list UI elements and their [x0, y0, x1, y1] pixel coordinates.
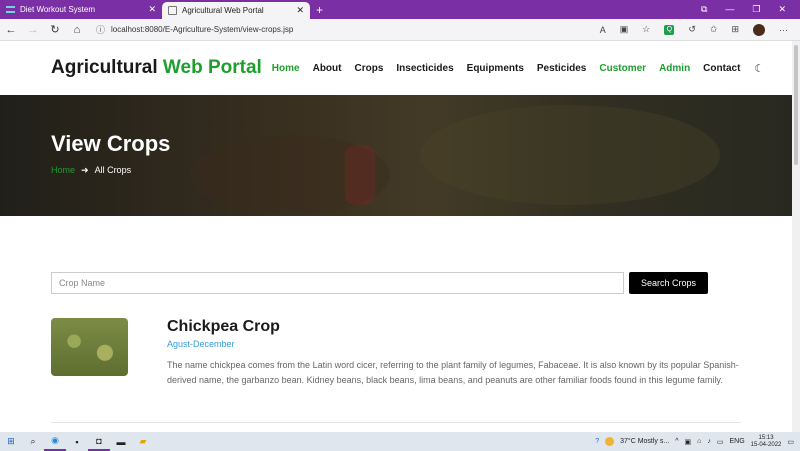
maximize-icon[interactable]: ❐ — [752, 4, 760, 15]
nav-crops[interactable]: Crops — [354, 63, 383, 74]
nav-about[interactable]: About — [313, 63, 342, 74]
close-icon[interactable]: ✕ — [296, 5, 304, 16]
browser-toolbar: A ▣ ☆ Q ↺ ✩ ⊞ ··· — [600, 23, 800, 36]
browser-tab-agri[interactable]: Agricultural Web Portal ✕ — [162, 2, 310, 19]
window-controls: ⧉ — ❐ ✕ — [701, 4, 800, 15]
nav-pesticides[interactable]: Pesticides — [537, 63, 586, 74]
language-indicator[interactable]: ENG — [730, 438, 745, 445]
info-icon[interactable]: ⓘ — [96, 23, 105, 36]
brand-text: Agricultural — [51, 57, 158, 78]
extension-icon[interactable]: Q — [664, 24, 675, 35]
brand-text-accent: Web Portal — [162, 57, 262, 78]
weather-text[interactable]: 37°C Mostly s... — [620, 438, 669, 445]
search-crops-button[interactable]: Search Crops — [629, 272, 708, 294]
nav-home[interactable]: Home — [272, 63, 300, 74]
refresh-extension-icon[interactable]: ↺ — [688, 24, 696, 35]
favorites-icon[interactable]: ✩ — [710, 24, 718, 35]
new-tab-button[interactable]: + — [310, 3, 329, 17]
battery-icon[interactable]: ▭ — [717, 438, 724, 446]
main-nav: Home About Crops Insecticides Equipments… — [272, 63, 741, 74]
more-icon[interactable]: ··· — [779, 25, 788, 35]
crop-title[interactable]: Chickpea Crop — [167, 318, 280, 336]
minimize-icon[interactable]: — — [725, 4, 734, 15]
close-icon[interactable]: ✕ — [148, 4, 156, 15]
breadcrumb-current: All Crops — [94, 165, 132, 175]
page-title: View Crops — [51, 131, 171, 156]
volume-icon[interactable]: ♪ — [707, 438, 711, 445]
back-icon[interactable]: ← — [0, 24, 22, 36]
search-icon[interactable]: ⌕ — [22, 432, 44, 451]
crop-search-input[interactable]: Crop Name — [51, 272, 624, 294]
file-explorer-icon[interactable]: ▰ — [132, 432, 154, 451]
nav-insecticides[interactable]: Insecticides — [396, 63, 453, 74]
divider — [51, 422, 741, 423]
clock[interactable]: 15:13 15-04-2022 — [751, 435, 782, 449]
app-icon[interactable]: ◘ — [88, 432, 110, 451]
favorite-star-icon[interactable]: ☆ — [642, 24, 650, 35]
windows-start-icon[interactable]: ⊞ — [0, 432, 22, 451]
crop-image — [51, 318, 128, 376]
scrollbar-thumb[interactable] — [794, 45, 798, 165]
site-logo[interactable]: Agricultural Web Portal — [51, 57, 262, 79]
read-aloud-icon[interactable]: A — [600, 25, 606, 35]
network-icon[interactable]: ⌂ — [697, 438, 701, 445]
search-placeholder: Crop Name — [59, 278, 106, 288]
nav-admin[interactable]: Admin — [659, 63, 690, 74]
tab-label: Diet Workout System — [20, 5, 95, 14]
url-text[interactable]: localhost:8080/E-Agriculture-System/view… — [111, 25, 293, 34]
hero-banner: View Crops Home ➜ All Crops — [0, 95, 792, 216]
dark-mode-icon[interactable]: ☾ — [754, 62, 764, 75]
breadcrumb-home[interactable]: Home — [51, 165, 75, 176]
forward-icon[interactable]: → — [22, 24, 44, 36]
refresh-icon[interactable]: ↻ — [44, 23, 66, 36]
page-scrollbar[interactable] — [792, 41, 800, 432]
cmd-icon[interactable]: ▬ — [110, 432, 132, 451]
browser-tab-bar: Diet Workout System ✕ Agricultural Web P… — [0, 0, 800, 19]
app-available-icon[interactable]: ▣ — [620, 24, 629, 35]
arrow-right-icon: ➜ — [81, 165, 89, 175]
close-window-icon[interactable]: ✕ — [778, 4, 786, 15]
url-field[interactable]: ⓘ localhost:8080/E-Agriculture-System/vi… — [96, 23, 516, 36]
collections-icon[interactable]: ⊞ — [731, 24, 739, 35]
site-header: Agricultural Web Portal Home About Crops… — [0, 41, 800, 95]
clock-date: 15-04-2022 — [750, 441, 782, 448]
tab-actions-icon[interactable]: ⧉ — [701, 4, 707, 15]
tray-app-icon[interactable]: ▣ — [685, 438, 692, 446]
breadcrumb: Home ➜ All Crops — [51, 165, 131, 176]
terminal-icon[interactable]: ▪ — [66, 432, 88, 451]
page-icon — [168, 6, 177, 15]
nav-customer[interactable]: Customer — [599, 63, 646, 74]
profile-avatar[interactable] — [753, 23, 765, 36]
menu-lines-icon — [6, 6, 15, 13]
notification-icon[interactable]: ▭ — [787, 438, 794, 446]
weather-sun-icon — [605, 437, 615, 446]
nav-equipments[interactable]: Equipments — [467, 63, 524, 74]
home-icon[interactable]: ⌂ — [66, 24, 88, 36]
help-icon[interactable]: ? — [595, 438, 599, 445]
tab-label: Agricultural Web Portal — [182, 6, 264, 15]
chevron-up-icon[interactable]: ^ — [675, 438, 678, 445]
nav-contact[interactable]: Contact — [703, 63, 740, 74]
address-bar: ← → ↻ ⌂ ⓘ localhost:8080/E-Agriculture-S… — [0, 19, 800, 41]
browser-tab-diet[interactable]: Diet Workout System ✕ — [0, 0, 162, 19]
windows-taskbar: ⊞ ⌕ ◉ ▪ ◘ ▬ ▰ ? 37°C Mostly s... ^ ▣ ⌂ ♪… — [0, 432, 800, 451]
crop-season: Agust-December — [167, 339, 235, 349]
crop-description: The name chickpea comes from the Latin w… — [167, 360, 739, 385]
system-tray: ? 37°C Mostly s... ^ ▣ ⌂ ♪ ▭ ENG 15:13 1… — [595, 435, 800, 449]
edge-browser-icon[interactable]: ◉ — [44, 432, 66, 451]
clock-time: 15:13 — [758, 434, 774, 441]
